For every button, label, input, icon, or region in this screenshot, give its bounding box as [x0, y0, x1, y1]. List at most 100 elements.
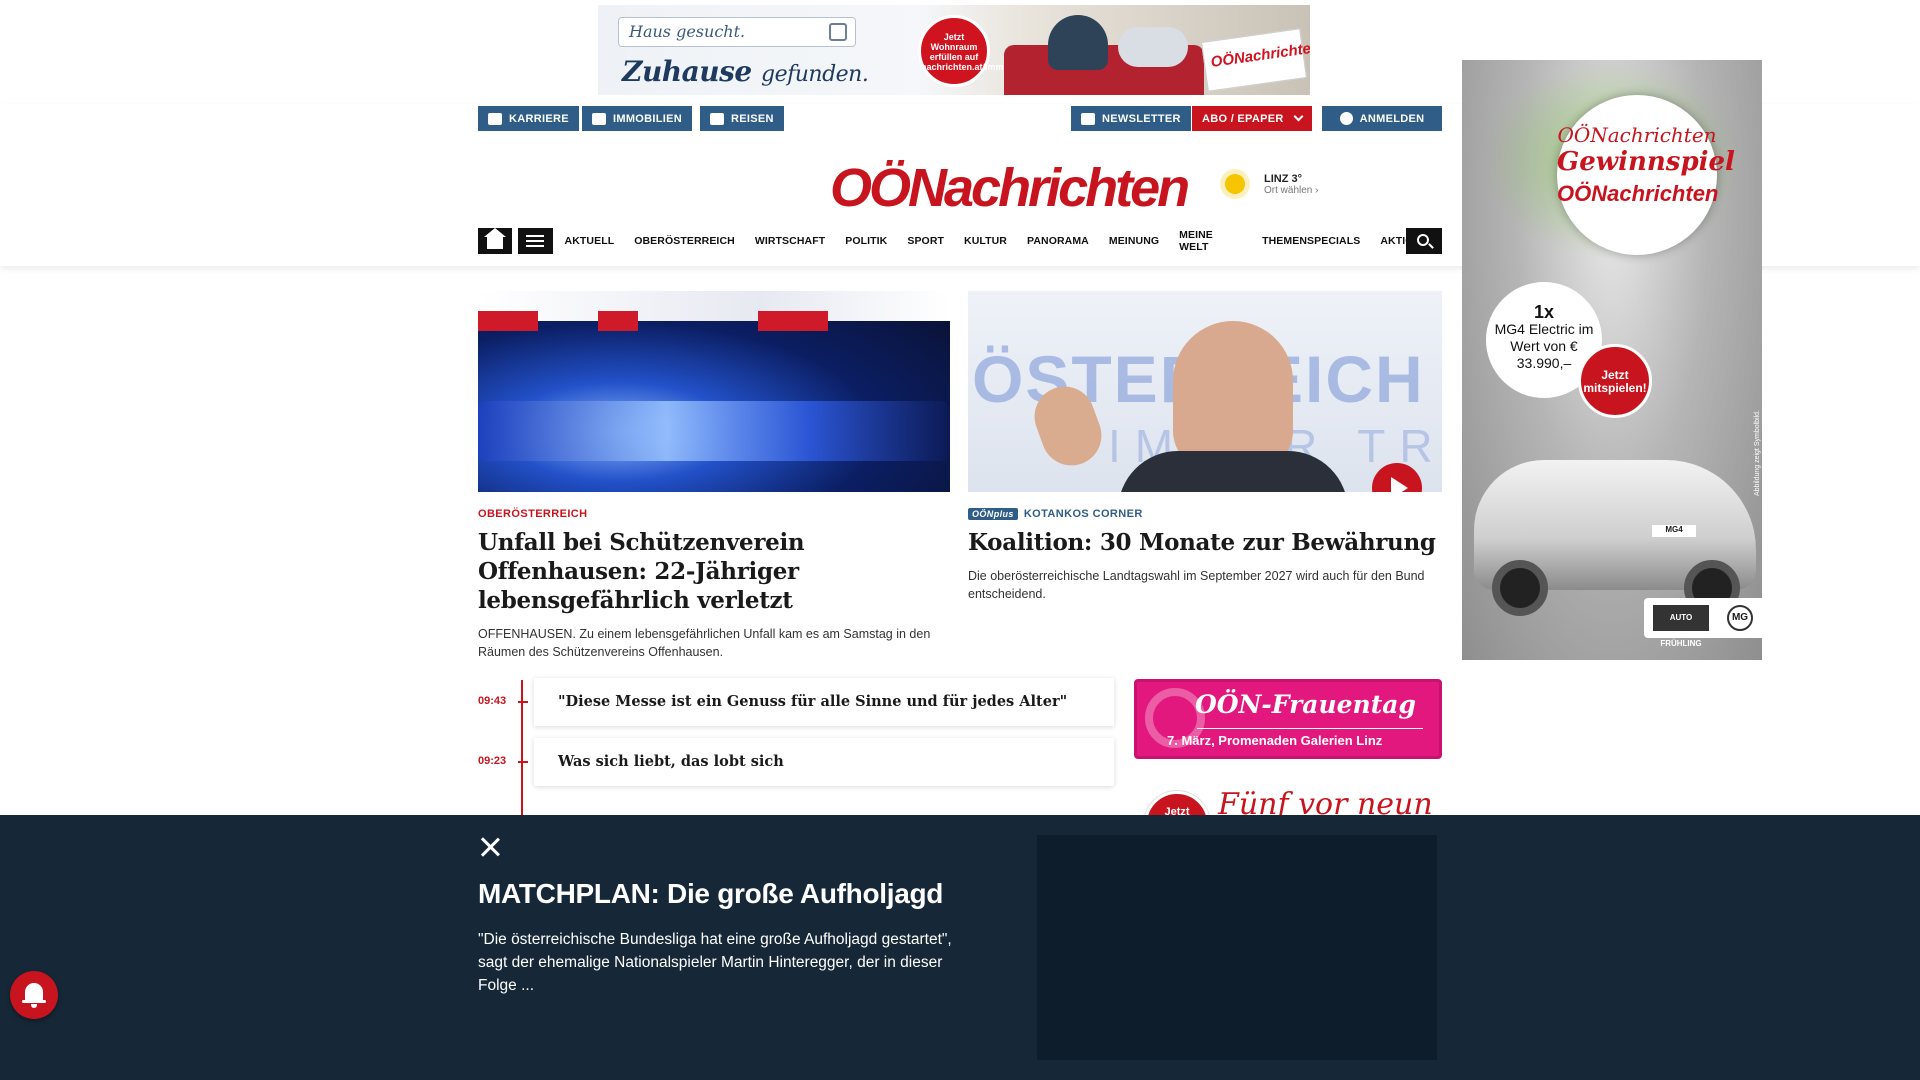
autofruehling-logo: AUTO FRÜHLING	[1653, 605, 1709, 648]
article-card[interactable]: OBERÖSTERREICH Unfall bei Schützenverein…	[478, 291, 950, 661]
newsletter-label: NEWSLETTER	[1102, 112, 1181, 125]
overlay-description: "Die österreichische Bundesliga hat eine…	[478, 931, 952, 994]
nav-item-aktuell[interactable]: AKTUELL	[565, 235, 615, 247]
abo-label: ABO / EPAPER	[1202, 112, 1284, 125]
reisen-label: REISEN	[731, 112, 774, 125]
nav-item-sport[interactable]: SPORT	[907, 235, 944, 247]
search-icon	[1416, 233, 1429, 246]
site-logo[interactable]: OÖNachrichten	[830, 158, 1190, 218]
weather-city: LINZ 3°	[1264, 172, 1303, 185]
ticker-time: 09:43	[478, 695, 507, 707]
ticker-item[interactable]: 09:43 "Diese Messe ist ein Genuss für al…	[478, 678, 1114, 726]
ad-line1: OÖNachrichten	[1557, 123, 1717, 147]
immobilien-button[interactable]: IMMOBILIEN	[582, 106, 692, 131]
immobilien-label: IMMOBILIEN	[613, 112, 682, 125]
weather-location-link[interactable]: Ort wählen ›	[1264, 185, 1318, 196]
ad-paper-brand: OÖNachrichten	[1209, 38, 1310, 71]
top-banner-ad[interactable]: Haus gesucht. Zuhause gefunden. Jetzt Wo…	[598, 5, 1310, 95]
page: Haus gesucht. Zuhause gefunden. Jetzt Wo…	[0, 0, 1920, 1080]
nav-item-meine-welt[interactable]: MEINE WELT	[1179, 229, 1242, 253]
nav-item-themenspecials[interactable]: THEMENSPECIALS	[1262, 235, 1360, 247]
home-button[interactable]	[478, 228, 513, 254]
article-image-police-light[interactable]	[478, 291, 950, 492]
nav-item-panorama[interactable]: PANORAMA	[1027, 235, 1089, 247]
ad-disclaimer: Abbildung zeigt Symbolbild.	[1754, 410, 1761, 496]
article-title[interactable]: Koalition: 30 Monate zur Bewährung	[968, 528, 1442, 557]
ad-paper: OÖNachrichten	[1557, 181, 1719, 206]
search-button[interactable]	[1406, 228, 1442, 254]
article-kicker[interactable]: OÖNplus KOTANKOS CORNER	[968, 508, 1442, 520]
video-overlay: MATCHPLAN: Die große Aufholjagd "Die öst…	[0, 815, 1920, 1080]
newsletter-button[interactable]: NEWSLETTER	[1071, 106, 1191, 131]
article-teaser: OFFENHAUSEN. Zu einem lebensgefährlichen…	[478, 627, 931, 659]
ad-car-wheel	[1492, 560, 1548, 616]
menu-button[interactable]	[518, 228, 553, 254]
article-card[interactable]: ÖSTERREICH IMMER TREU OÖNplus KOTANKOS C…	[968, 291, 1442, 603]
skyscraper-ad[interactable]: OÖNachrichten Gewinnspiel OÖNachrichten …	[1462, 60, 1762, 660]
image-person-suit	[1118, 451, 1348, 492]
promo-title: Fünf vor neun	[1218, 787, 1433, 815]
overlay-title[interactable]: MATCHPLAN: Die große Aufholjagd	[478, 878, 943, 910]
promo-title: OÖN-Frauentag	[1195, 690, 1416, 719]
ticker-title[interactable]: Was sich liebt, das lobt sich	[534, 738, 1114, 786]
hamburger-icon	[526, 235, 545, 247]
weather-widget[interactable]: LINZ 3° Ort wählen ›	[1214, 163, 1318, 205]
reisen-button[interactable]: REISEN	[700, 106, 784, 131]
article-image-politician[interactable]: ÖSTERREICH IMMER TREU	[968, 291, 1442, 492]
article-kicker[interactable]: OBERÖSTERREICH	[478, 508, 950, 520]
ticker-title[interactable]: "Diese Messe ist ein Genuss für alle Sin…	[534, 678, 1114, 726]
nav-item-politik[interactable]: POLITIK	[845, 235, 887, 247]
ad-person-image-2	[1118, 27, 1188, 67]
ad-cta-button[interactable]: Jetzt mitspielen!	[1578, 344, 1652, 418]
abo-epaper-dropdown[interactable]: ABO / EPAPER	[1192, 106, 1312, 131]
ad-slogan: Zuhause gefunden.	[622, 55, 869, 88]
nav-item-kultur[interactable]: KULTUR	[964, 235, 1007, 247]
mail-icon	[1081, 112, 1095, 125]
fuenf-vor-neun-promo[interactable]: Jetzt Fünf vor neun	[1140, 783, 1450, 815]
notification-bell-button[interactable]	[10, 971, 58, 1019]
nav-item-meinung[interactable]: MEINUNG	[1109, 235, 1159, 247]
close-icon[interactable]	[478, 835, 502, 859]
ad-prize-count: 1x	[1533, 302, 1555, 322]
promo-badge: Jetzt	[1144, 791, 1210, 815]
ad-car-plate: MG4	[1652, 525, 1696, 537]
image-stripe	[478, 311, 538, 331]
image-blue-light	[478, 401, 950, 461]
ad-brand-bar: AUTO FRÜHLING MG	[1644, 598, 1762, 648]
image-stripe	[598, 311, 638, 331]
image-vehicle-top	[478, 291, 950, 321]
login-button[interactable]: ANMELDEN	[1322, 106, 1442, 131]
mg-logo: MG	[1727, 605, 1753, 631]
bell-icon-clapper	[31, 1004, 37, 1008]
frauentag-promo[interactable]: OÖN-Frauentag 7. März, Promenaden Galeri…	[1134, 679, 1442, 759]
ticker-dash	[518, 701, 528, 703]
karriere-label: KARRIERE	[509, 112, 569, 125]
ad-search-box: Haus gesucht.	[618, 17, 856, 47]
ticker-item[interactable]: 09:23 Was sich liebt, das lobt sich	[478, 738, 1114, 786]
building-icon	[592, 112, 606, 125]
article-title[interactable]: Unfall bei Schützenverein Offenhausen: 2…	[478, 528, 950, 615]
ad-slogan-small: gefunden.	[760, 62, 869, 87]
ad-search-text: Haus gesucht.	[629, 22, 746, 41]
ad-badge: Jetzt Wohnraum erfüllen auf nachrichten.…	[918, 15, 1033, 87]
image-person	[1173, 321, 1293, 471]
promo-subtitle: 7. März, Promenaden Galerien Linz	[1167, 733, 1383, 748]
chevron-down-icon	[1293, 111, 1304, 122]
video-player[interactable]	[1037, 835, 1437, 1060]
ad-line2: Gewinnspiel	[1557, 147, 1735, 177]
login-label: ANMELDEN	[1359, 112, 1425, 125]
nav-item-wirtschaft[interactable]: WIRTSCHAFT	[755, 235, 825, 247]
sun-icon	[1214, 163, 1256, 205]
karriere-button[interactable]: KARRIERE	[478, 106, 579, 131]
ad-person-image	[1048, 15, 1108, 70]
nav-item-oberoesterreich[interactable]: OBERÖSTERREICH	[634, 235, 735, 247]
ad-slogan-main: Zuhause	[622, 55, 752, 88]
main-nav: AKTUELL OBERÖSTERREICH WIRTSCHAFT POLITI…	[478, 228, 1442, 254]
weather-sub: Ort wählen	[1264, 184, 1313, 196]
plane-icon	[710, 112, 724, 125]
kicker-text: KOTANKOS CORNER	[1023, 508, 1143, 520]
image-stripe	[758, 311, 828, 331]
home-icon	[484, 228, 507, 249]
kicker-text: OBERÖSTERREICH	[478, 508, 588, 520]
oenplus-badge: OÖNplus	[968, 508, 1018, 520]
